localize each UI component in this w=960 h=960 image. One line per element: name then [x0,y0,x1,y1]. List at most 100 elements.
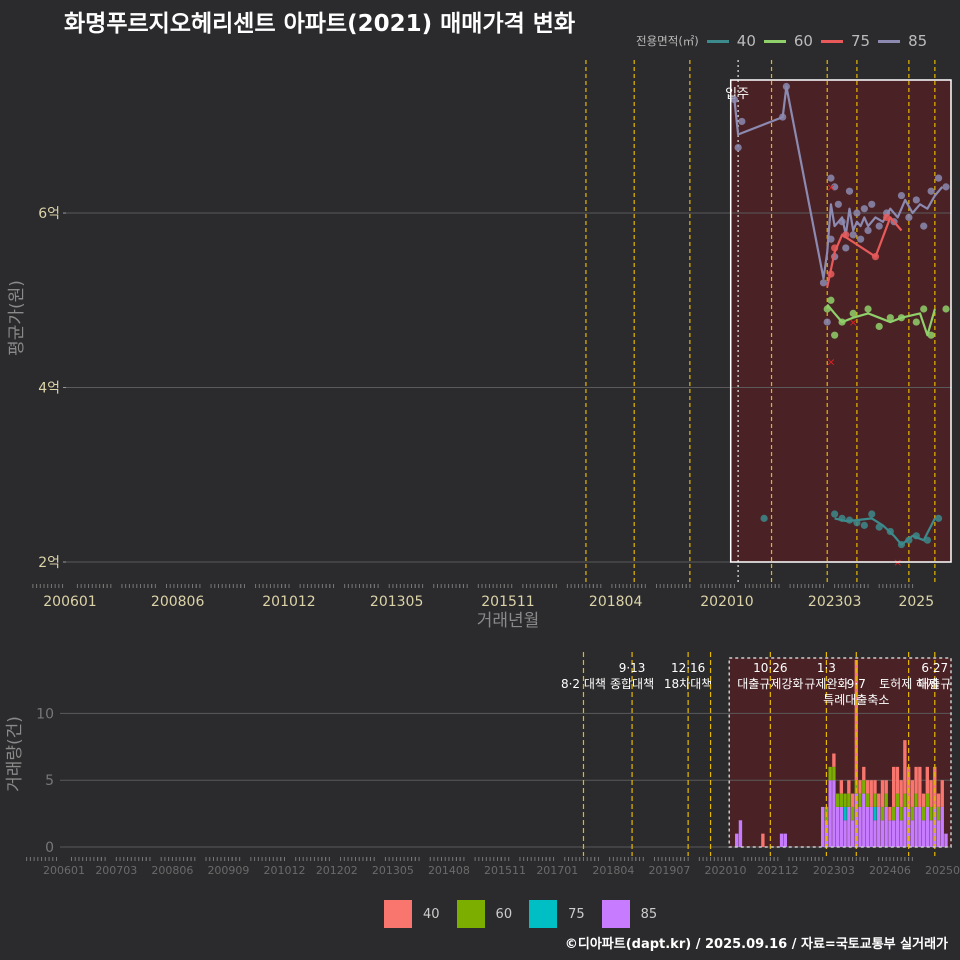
legend-item-75: 75 [820,32,871,50]
volume-bar [843,793,847,807]
volume-bar [921,820,926,847]
volume-bar [929,820,933,847]
volume-bar [918,806,922,847]
cancelled-deal-mark: × [826,355,835,368]
price-point [860,205,868,213]
legend-item-60: 60 [763,32,813,50]
volume-bar [899,780,903,807]
volume-bar [865,793,870,807]
price-point [738,117,746,126]
volume-bar [832,753,836,767]
volume-bar [839,806,844,847]
volume-bar [738,820,743,847]
price-x-tick: 201804 [589,594,643,610]
volume-bar [862,780,866,794]
price-point [912,196,920,204]
price-point [942,183,950,191]
volume-bar [843,806,847,821]
volume-bar [921,806,926,821]
volume-legend-label-75: 75 [568,906,585,922]
volume-bar [888,806,892,821]
price-point [920,305,928,313]
volume-bar [858,780,862,794]
volume-x-tick: 201012 [264,864,306,877]
volume-bar [858,806,862,847]
price-point [868,510,876,518]
volume-bar [884,780,888,794]
legend-item-40: 40 [706,32,756,50]
legend-label-75: 75 [850,32,871,50]
volume-bar [929,780,933,807]
legend-line-icon [763,39,786,43]
legend-label-60: 60 [793,32,813,50]
volume-bar [877,793,881,807]
volume-bar [921,793,926,807]
volume-bar [914,806,918,847]
volume-bar [888,820,892,847]
volume-bar [891,820,896,847]
policy-label: 1·3 [817,661,836,675]
price-volume-chart: 2억4억6억입주××××200601 200806 201012 201305 2015… [5,60,960,877]
volume-bar [918,766,922,807]
volume-bar [761,833,765,847]
price-y-tick: 2억 [38,555,60,571]
volume-bar [877,806,881,847]
volume-bar [936,820,941,847]
policy-label: 6·27 [921,661,948,675]
price-x-tick: 201511 [481,594,534,610]
volume-bar [835,806,840,847]
volume-bar [884,806,888,847]
legend-line-icon [820,39,843,43]
price-point [920,222,928,230]
credit-text: ©디아파트(dapt.kr) / 2025.09.16 / 자료=국토교통부 실… [564,937,948,952]
legend-label-40: 40 [736,32,756,50]
price-point [875,322,883,331]
price-point [912,318,920,326]
policy-label: 9·13 [619,661,646,675]
price-point [864,305,872,313]
price-y-tick: 4억 [38,381,60,397]
volume-bar [903,793,907,807]
volume-bar [936,806,941,821]
price-x-tick: 201012 [262,594,315,610]
volume-x-tick: 201408 [428,864,470,877]
price-x-tick: 2025 [898,594,934,610]
volume-bar [895,806,900,847]
volume-bar [880,806,885,821]
volume-bar [832,780,836,847]
volume-legend-item-40: 40 [384,900,440,928]
volume-bar [895,793,900,807]
volume-bar [869,780,873,807]
volume-x-tick: 201202 [316,864,358,877]
volume-bar [869,806,873,847]
volume-y-title: 거래량(건) [5,716,25,792]
volume-legend-item-60: 60 [456,900,512,928]
price-point [927,187,935,195]
volume-bar [873,820,877,847]
volume-bar [899,820,903,847]
price-y-tick: 6억 [38,206,60,222]
volume-bar [940,806,944,847]
price-point [942,305,950,313]
volume-x-tick: 202303 [813,864,855,877]
volume-bar [862,793,866,847]
price-x-tick: 202010 [700,594,753,610]
legend-swatch-icon [384,900,412,928]
price-point [849,231,857,239]
volume-bar [843,820,847,847]
price-point [831,331,839,339]
price-point [760,514,768,522]
price-point [845,187,854,195]
legend-swatch-icon [456,900,485,928]
volume-x-tick: 202112 [757,864,799,877]
volume-x-tick: 200806 [151,864,193,877]
volume-y-tick: 10 [36,706,54,722]
volume-bar [936,793,941,807]
volume-bar [828,780,832,847]
volume-bar [832,766,836,781]
volume-bar [929,806,933,821]
volume-x-tick: 202010 [705,864,747,877]
price-point [819,279,828,287]
volume-y-tick: 5 [45,773,54,789]
volume-bar [925,766,929,794]
